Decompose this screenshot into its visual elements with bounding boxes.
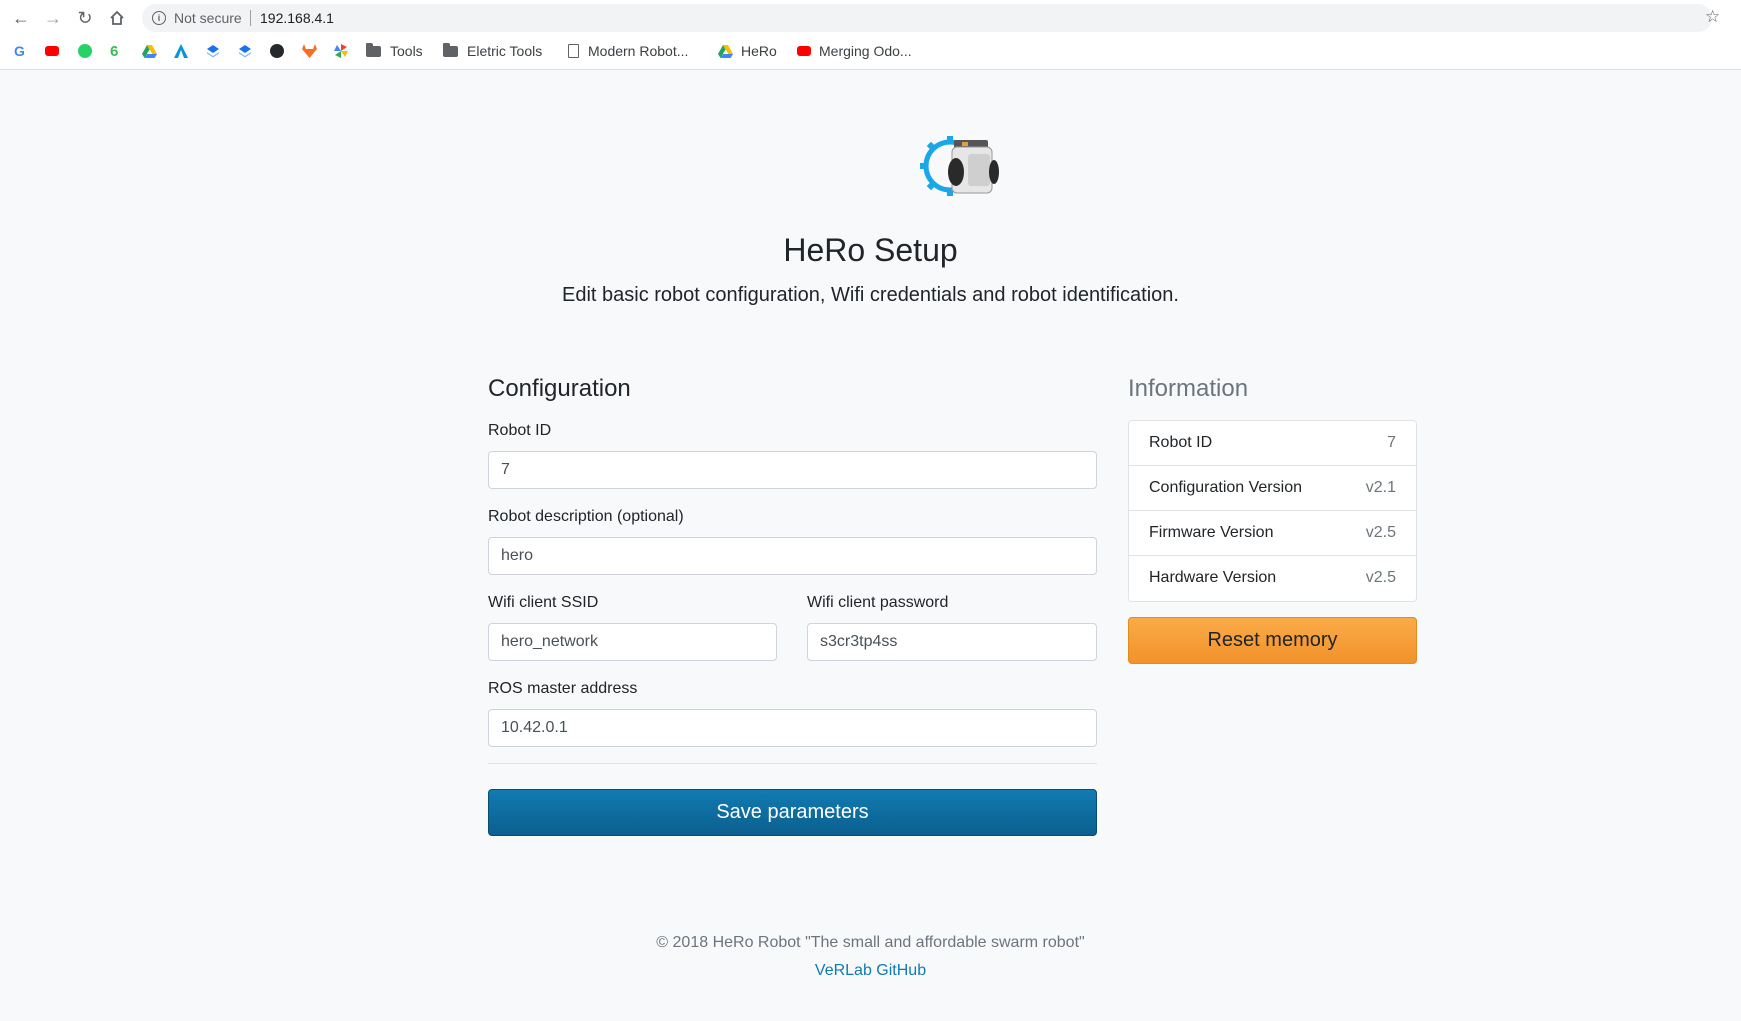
bookmark-drive[interactable] — [142, 41, 157, 61]
address-bar[interactable]: i Not secure 192.168.4.1 — [142, 4, 1712, 32]
information-list: Robot ID 7 Configuration Version v2.1 Fi… — [1128, 420, 1417, 602]
bookmark-leaf[interactable]: 6 — [110, 41, 118, 61]
info-row-firmware-version: Firmware Version v2.5 — [1129, 511, 1416, 556]
info-key: Robot ID — [1149, 434, 1213, 451]
bookmark-stack-1[interactable] — [206, 41, 220, 61]
info-value: v2.1 — [1365, 479, 1396, 496]
pinwheel-icon — [334, 44, 348, 58]
bookmark-label: HeRo — [741, 43, 777, 59]
stack-icon-2 — [239, 45, 251, 58]
document-icon — [568, 44, 579, 58]
configuration-heading: Configuration — [488, 375, 631, 402]
bookmarks-bar: G 6 Tools Eletric Tools Modern Robot... … — [0, 38, 1741, 64]
bookmark-whatsapp[interactable] — [78, 41, 100, 61]
url-text[interactable]: 192.168.4.1 — [260, 10, 334, 26]
reload-icon[interactable]: ↻ — [72, 5, 98, 31]
robot-description-input[interactable]: hero — [488, 537, 1097, 575]
bookmark-google[interactable]: G — [14, 41, 25, 61]
drive-icon — [718, 44, 733, 58]
save-parameters-button[interactable]: Save parameters — [488, 789, 1097, 836]
info-value: 7 — [1387, 434, 1396, 451]
bookmark-label: Eletric Tools — [467, 43, 543, 59]
bookmark-label: Modern Robot... — [588, 43, 689, 59]
info-value: v2.5 — [1365, 569, 1396, 586]
stack-icon-1 — [207, 45, 219, 58]
verlab-github-link[interactable]: VeRLab GitHub — [0, 962, 1741, 980]
google-icon: G — [14, 43, 25, 59]
info-value: v2.5 — [1365, 524, 1396, 541]
bookmark-pinwheel[interactable] — [334, 41, 348, 61]
address-separator — [250, 10, 251, 26]
wifi-ssid-input[interactable]: hero_network — [488, 623, 777, 661]
information-heading: Information — [1128, 375, 1249, 402]
gitlab-icon — [302, 44, 317, 58]
robot-id-input[interactable]: 7 — [488, 451, 1097, 489]
whatsapp-icon — [78, 44, 92, 58]
bookmark-merging-odo[interactable]: Merging Odo... — [797, 41, 912, 61]
github-icon — [270, 44, 284, 58]
drive-icon — [142, 44, 157, 58]
security-label: Not secure — [174, 10, 242, 26]
bookmark-gitlab[interactable] — [302, 41, 317, 61]
bookmark-tools[interactable]: Tools — [366, 41, 423, 61]
info-row-configuration-version: Configuration Version v2.1 — [1129, 466, 1416, 511]
robot-id-label: Robot ID — [488, 422, 552, 439]
wifi-ssid-label: Wifi client SSID — [488, 594, 599, 611]
hero-robot-logo — [918, 130, 1000, 202]
bookmark-modern-robot[interactable]: Modern Robot... — [568, 41, 688, 61]
info-key: Firmware Version — [1149, 524, 1274, 541]
info-row-robot-id: Robot ID 7 — [1129, 421, 1416, 466]
youtube-icon — [797, 46, 811, 56]
browser-chrome: ← → ↻ i Not secure 192.168.4.1 ☆ G 6 Too… — [0, 0, 1741, 70]
wifi-password-label: Wifi client password — [807, 594, 949, 611]
folder-icon — [443, 42, 458, 57]
wifi-password-input[interactable]: s3cr3tp4ss — [807, 623, 1097, 661]
home-icon[interactable] — [104, 5, 130, 31]
footer-copyright: © 2018 HeRo Robot "The small and afforda… — [656, 934, 1085, 951]
bookmark-autodesk[interactable] — [174, 41, 188, 61]
bookmark-youtube[interactable] — [45, 41, 67, 61]
robot-icon — [948, 140, 999, 194]
bookmark-label: Merging Odo... — [819, 43, 912, 59]
leaf-icon: 6 — [110, 42, 119, 60]
forward-icon[interactable]: → — [40, 5, 66, 31]
bookmark-label: Tools — [390, 43, 423, 59]
browser-toolbar: ← → ↻ i Not secure 192.168.4.1 ☆ — [0, 0, 1741, 36]
info-key: Configuration Version — [1149, 479, 1302, 496]
back-icon[interactable]: ← — [8, 5, 34, 31]
autodesk-icon — [174, 44, 188, 58]
robot-description-label: Robot description (optional) — [488, 508, 684, 525]
page-title: HeRo Setup — [783, 232, 958, 268]
info-key: Hardware Version — [1149, 569, 1277, 586]
youtube-icon — [45, 46, 59, 56]
bookmark-hero[interactable]: HeRo — [718, 41, 777, 61]
reset-memory-button[interactable]: Reset memory — [1128, 617, 1417, 664]
ros-master-input[interactable]: 10.42.0.1 — [488, 709, 1097, 747]
page-lead: Edit basic robot configuration, Wifi cre… — [561, 284, 1179, 306]
info-row-hardware-version: Hardware Version v2.5 — [1129, 556, 1416, 601]
form-divider — [488, 763, 1097, 764]
bookmark-star-icon[interactable]: ☆ — [1705, 7, 1720, 27]
ros-master-label: ROS master address — [488, 680, 638, 697]
bookmark-github[interactable] — [270, 41, 292, 61]
folder-icon — [366, 42, 381, 57]
bookmark-eletric-tools[interactable]: Eletric Tools — [443, 41, 542, 61]
bookmark-stack-2[interactable] — [238, 41, 252, 61]
info-icon[interactable]: i — [152, 11, 166, 25]
